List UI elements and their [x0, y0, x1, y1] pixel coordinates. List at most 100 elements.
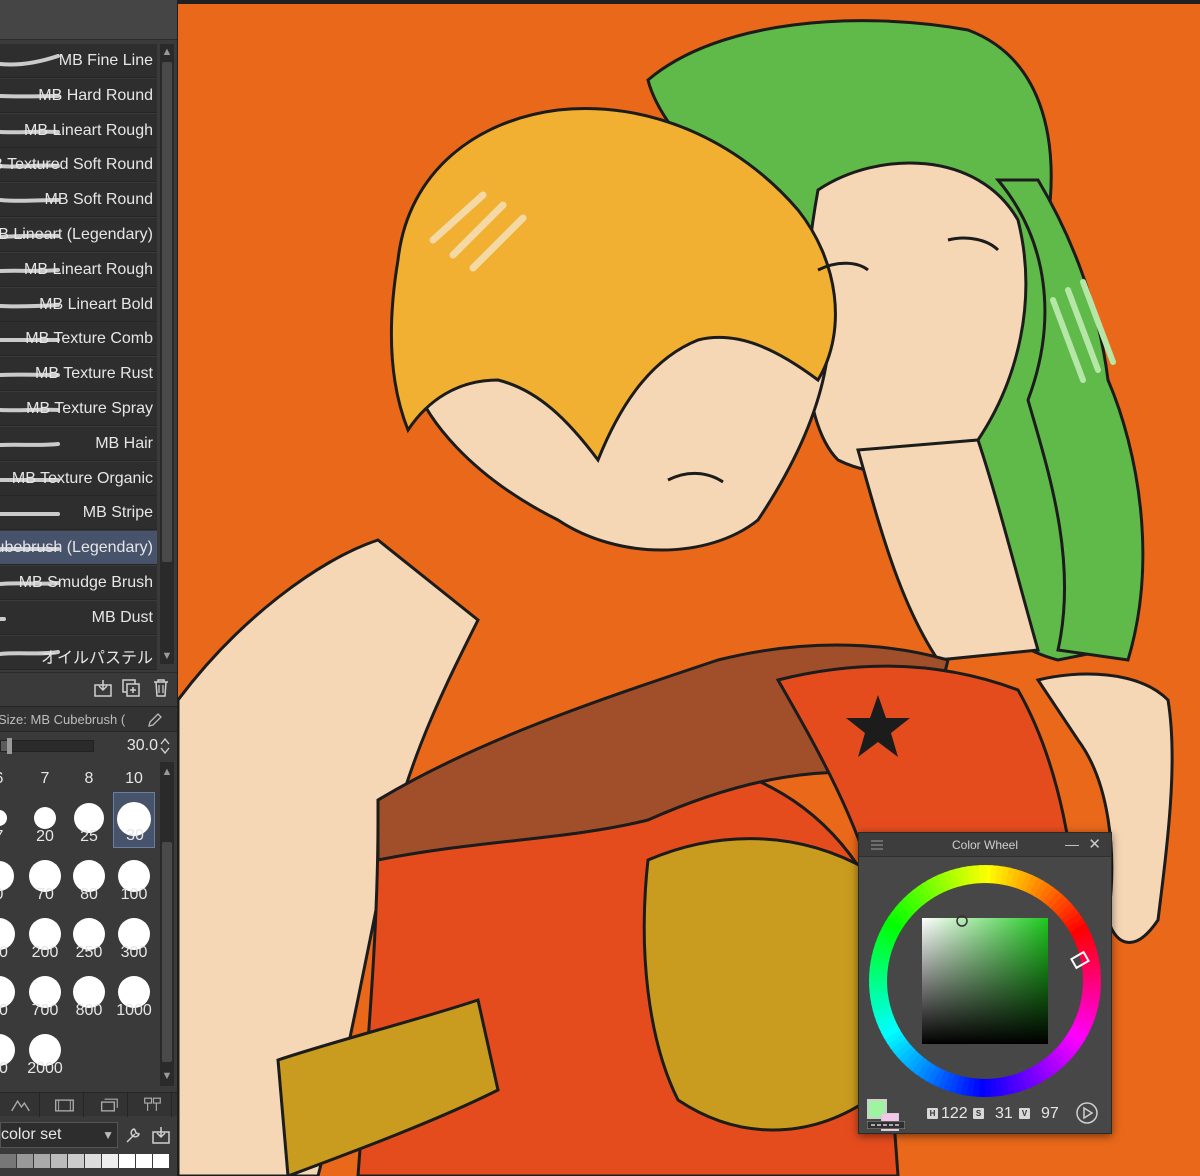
hierarchy-icon[interactable] [132, 1093, 172, 1117]
minimize-button[interactable]: — [1065, 836, 1079, 852]
brush-size-preset[interactable]: 6 [0, 762, 20, 792]
brush-name: MB Lineart Rough [24, 121, 153, 139]
color-swatch[interactable] [34, 1154, 50, 1168]
brush-list-item[interactable]: MB Smudge Brush [0, 566, 157, 600]
transparent-color-icon[interactable] [867, 1121, 905, 1129]
brush-size-value[interactable]: 30.0 [100, 737, 158, 755]
brush-size-label: 30 [126, 827, 144, 844]
scroll-up-icon[interactable]: ▲ [160, 764, 174, 780]
scroll-up-icon[interactable]: ▲ [160, 44, 174, 60]
size-grid-scrollbar[interactable]: ▲ ▼ [160, 762, 174, 1086]
brush-size-dot [34, 807, 56, 829]
brush-list-item[interactable]: Cubebrush (Legendary) [0, 531, 157, 566]
brush-name: MB Lineart Bold [39, 295, 153, 313]
color-wheel-panel: Color Wheel — ✕ H 122 S 31 V 97 [858, 832, 1112, 1134]
color-swatch[interactable] [102, 1154, 118, 1168]
import-color-set-icon[interactable] [150, 1124, 172, 1146]
brush-list-scroll-thumb[interactable] [162, 62, 172, 562]
brush-size-preset[interactable]: 30 [113, 792, 155, 848]
pencil-icon[interactable] [146, 711, 164, 729]
brush-size-preset[interactable]: 70 [24, 850, 66, 906]
brush-size-preset[interactable]: 2000 [24, 1024, 66, 1080]
brush-size-preset[interactable]: 200 [24, 908, 66, 964]
brush-size-preset[interactable]: 800 [68, 966, 110, 1022]
brush-list-item[interactable]: オイルパステル [0, 635, 157, 670]
brush-size-preset[interactable]: 1000 [113, 966, 155, 1022]
brush-list-item[interactable]: MB Stripe [0, 496, 157, 531]
color-swatch[interactable] [153, 1154, 169, 1168]
brush-list-item[interactable]: MB Lineart Rough [0, 113, 157, 148]
color-wheel[interactable] [867, 865, 1105, 1099]
brush-size-preset[interactable]: 300 [113, 908, 155, 964]
brush-size-preset[interactable]: 00 [0, 966, 20, 1022]
brush-list-item[interactable]: MB Hair [0, 426, 157, 461]
duplicate-brush-icon[interactable] [120, 677, 142, 699]
brush-list-item[interactable]: MB Texture Comb [0, 322, 157, 357]
brush-size-preset[interactable]: 8 [68, 762, 110, 792]
trash-icon[interactable] [150, 677, 172, 699]
brush-size-preset[interactable]: 80 [68, 850, 110, 906]
color-swatch[interactable] [136, 1154, 152, 1168]
brush-size-label: 00 [0, 1002, 20, 1020]
brush-size-slider-row: 30.0 [0, 733, 177, 759]
brush-list-item[interactable]: MB Lineart Bold [0, 287, 157, 322]
brush-list-item[interactable]: MB Texture Rust [0, 357, 157, 392]
hue-value[interactable]: 122 [941, 1105, 968, 1123]
brush-list-scrollbar[interactable]: ▲ ▼ [160, 44, 174, 664]
color-set-dropdown[interactable]: color set ▼ [0, 1122, 118, 1148]
color-swatch[interactable] [51, 1154, 67, 1168]
scroll-down-icon[interactable]: ▼ [160, 1068, 174, 1084]
brush-size-label: 8 [84, 770, 94, 787]
scroll-down-icon[interactable]: ▼ [160, 648, 174, 664]
brush-list-item[interactable]: MB Texture Organic [0, 461, 157, 496]
color-swatch[interactable] [68, 1154, 84, 1168]
brush-size-label: 80 [80, 886, 98, 903]
brush-list-item[interactable]: MB Texture Spray [0, 392, 157, 426]
brush-list-item[interactable]: MB Lineart (Legendary) [0, 218, 157, 252]
brush-size-preset[interactable]: 100 [113, 850, 155, 906]
brush-size-title: Size: MB Cubebrush ( [0, 712, 126, 727]
brightness-value[interactable]: 97 [1041, 1105, 1059, 1123]
brush-size-preset[interactable]: 20 [24, 792, 66, 848]
hue-ring-segment[interactable] [978, 865, 987, 884]
brush-list-item[interactable]: MB Fine Line [0, 44, 157, 78]
brush-size-preset[interactable]: 0 [0, 850, 20, 906]
layers-icon[interactable] [88, 1093, 128, 1117]
import-brush-icon[interactable] [92, 677, 114, 699]
saturation-icon: S [973, 1108, 984, 1119]
brush-actions-bar [0, 672, 177, 702]
brush-size-preset[interactable]: 7 [0, 792, 20, 848]
brush-size-preset[interactable]: 25 [68, 792, 110, 848]
color-swatch[interactable] [85, 1154, 101, 1168]
brush-size-label: 00 [0, 1060, 20, 1078]
brush-size-preset[interactable]: 70 [0, 908, 20, 964]
color-swatch[interactable] [0, 1154, 16, 1168]
brush-size-preset[interactable]: 250 [68, 908, 110, 964]
brush-size-preset[interactable]: 10 [113, 762, 155, 792]
color-wheel-titlebar[interactable]: Color Wheel — ✕ [859, 833, 1111, 857]
saturation-value[interactable]: 31 [995, 1105, 1013, 1123]
filmstrip-icon[interactable] [44, 1093, 84, 1117]
size-stepper-icon[interactable] [159, 737, 171, 755]
brush-size-preset[interactable]: 00 [0, 1024, 20, 1080]
play-icon[interactable] [1075, 1101, 1099, 1125]
brush-name: MB Lineart (Legendary) [0, 226, 153, 243]
brush-size-label: 70 [36, 886, 54, 903]
color-swatch[interactable] [119, 1154, 135, 1168]
brush-list-item[interactable]: MB Soft Round [0, 183, 157, 218]
brush-size-preset[interactable]: 7 [24, 762, 66, 792]
close-button[interactable]: ✕ [1088, 835, 1101, 853]
color-swatch[interactable] [17, 1154, 33, 1168]
brush-size-preset[interactable]: 700 [24, 966, 66, 1022]
brush-size-slider[interactable] [0, 738, 94, 754]
mountain-icon[interactable] [0, 1093, 40, 1117]
size-grid-scroll-thumb[interactable] [162, 842, 172, 1062]
brush-list-item[interactable]: B Textured Soft Round [0, 148, 157, 183]
brush-name: MB Stripe [82, 504, 153, 522]
brush-list-item[interactable]: MB Hard Round [0, 78, 157, 113]
brush-size-slider-handle[interactable] [7, 738, 12, 754]
brush-list-item[interactable]: MB Dust [0, 600, 157, 635]
wrench-icon[interactable] [122, 1124, 144, 1146]
brush-size-label: 800 [75, 1002, 103, 1019]
brush-list-item[interactable]: MB Lineart Rough [0, 252, 157, 287]
